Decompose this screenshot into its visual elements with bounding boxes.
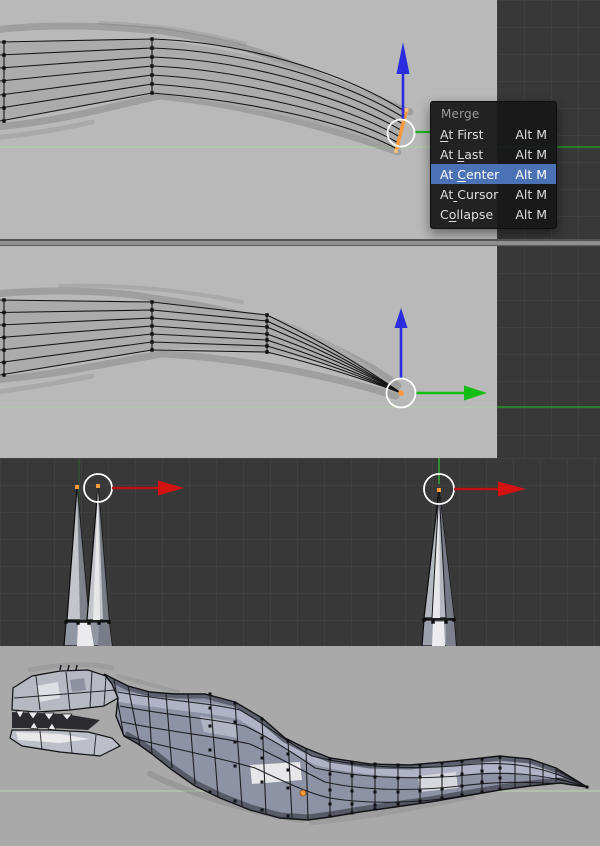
menu-item-at-center[interactable]: At Center Alt M xyxy=(431,164,556,184)
selected-vertex-dot[interactable] xyxy=(299,789,307,797)
menu-shortcut: Alt M xyxy=(515,206,547,222)
viewport-panel-edge-before-merge[interactable]: Merge At First Alt M At Last Alt M At Ce… xyxy=(0,0,600,239)
menu-item-at-last[interactable]: At Last Alt M xyxy=(431,144,556,164)
spike-pair-mesh[interactable] xyxy=(63,484,113,646)
x-axis-arrow-icon[interactable] xyxy=(112,480,184,496)
y-axis-arrow-icon[interactable] xyxy=(416,385,487,401)
panel-divider xyxy=(0,239,600,246)
z-axis-arrow-icon[interactable] xyxy=(394,308,408,378)
tail-mesh-after-merge[interactable] xyxy=(0,246,600,458)
menu-shortcut: Alt M xyxy=(515,166,547,182)
menu-shortcut: Alt M xyxy=(515,186,547,202)
merge-context-menu[interactable]: Merge At First Alt M At Last Alt M At Ce… xyxy=(430,101,557,229)
viewport-panel-after-merge[interactable] xyxy=(0,246,600,458)
x-axis-arrow-icon[interactable] xyxy=(454,481,526,497)
front-view-spikes[interactable] xyxy=(0,458,600,646)
selected-vertex-dot[interactable] xyxy=(398,390,404,396)
menu-shortcut: Alt M xyxy=(515,126,547,142)
viewport-panel-full-model[interactable] xyxy=(0,646,600,846)
menu-item-at-first[interactable]: At First Alt M xyxy=(431,124,556,144)
selected-vertex-dots[interactable] xyxy=(75,484,101,489)
viewport-panel-front-view[interactable] xyxy=(0,458,600,646)
spike-merged-mesh[interactable] xyxy=(421,488,457,646)
trex-mouth xyxy=(12,712,100,730)
menu-item-at-cursor[interactable]: At Cursor Alt M xyxy=(431,184,556,204)
trex-model-mesh[interactable] xyxy=(0,646,600,846)
blender-viewport-montage: Merge At First Alt M At Last Alt M At Ce… xyxy=(0,0,600,846)
menu-item-collapse[interactable]: Collapse Alt M xyxy=(431,204,556,224)
trex-head-mesh[interactable] xyxy=(9,664,122,757)
menu-title: Merge xyxy=(441,107,480,121)
menu-shortcut: Alt M xyxy=(515,146,547,162)
